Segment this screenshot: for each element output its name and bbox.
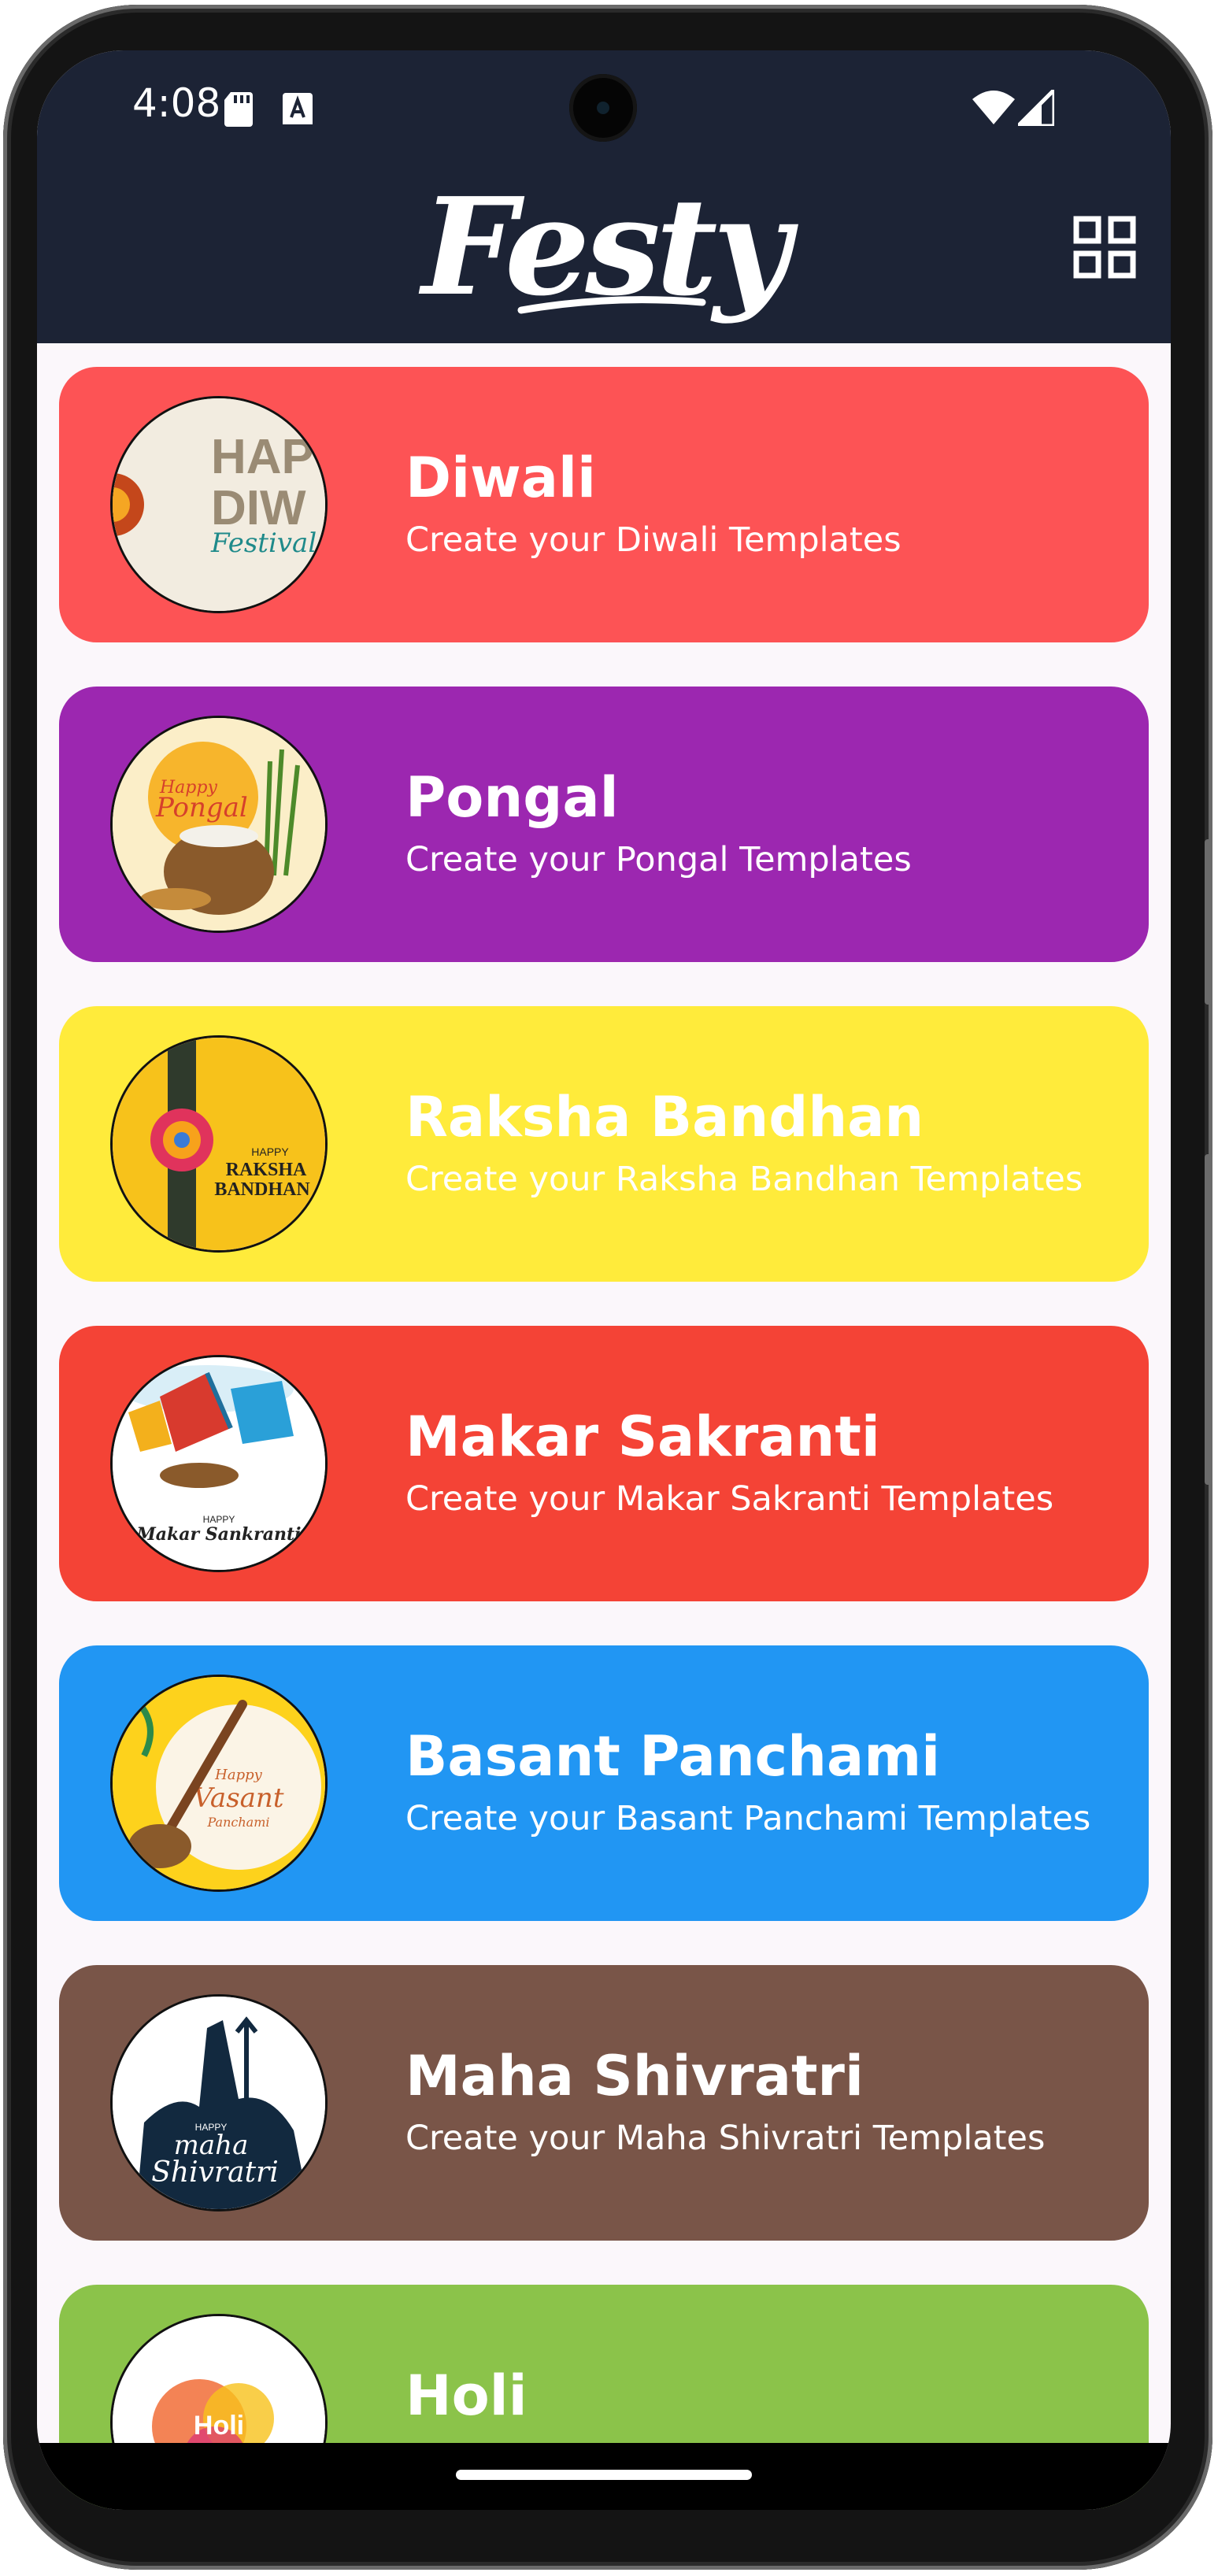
diwali-artwork-icon: HAP DIW Festival o (113, 398, 325, 611)
svg-text:Vasant: Vasant (194, 1782, 284, 1814)
grid-view-icon[interactable] (1073, 216, 1136, 279)
festival-thumbnail: HAP DIW Festival o (110, 396, 328, 613)
festival-list[interactable]: HAP DIW Festival o Diwali Create your Di… (37, 343, 1171, 2508)
wifi-icon (972, 91, 1015, 124)
festival-card-pongal[interactable]: Happy Pongal Pongal Create your Pongal T… (59, 687, 1149, 962)
maha-shivratri-artwork-icon: HAPPY maha Shivratri (113, 1997, 325, 2209)
festival-subtitle: Create your Diwali Templates (405, 520, 901, 560)
svg-text:Festival o: Festival o (210, 527, 325, 559)
status-time: 4:08 (132, 80, 221, 126)
makar-sakranti-artwork-icon: HAPPY Makar Sankranti (113, 1357, 325, 1570)
basant-panchami-artwork-icon: Happy Vasant Panchami (113, 1677, 325, 1889)
festival-card-diwali[interactable]: HAP DIW Festival o Diwali Create your Di… (59, 367, 1149, 642)
festival-subtitle: Create your Raksha Bandhan Templates (405, 1160, 1083, 1199)
festival-thumbnail: HAPPY maha Shivratri (110, 1994, 328, 2211)
festival-thumbnail: Happy Vasant Panchami (110, 1675, 328, 1892)
svg-text:Panchami: Panchami (207, 1815, 270, 1830)
svg-text:Makar Sankranti: Makar Sankranti (135, 1524, 301, 1545)
svg-text:Pongal: Pongal (155, 792, 248, 824)
svg-text:HAP: HAP (211, 430, 314, 484)
a-badge-icon (283, 93, 313, 124)
status-bar: 4:08 (37, 50, 1171, 161)
festival-title: Holi (405, 2363, 528, 2428)
festival-subtitle: Create your Makar Sakranti Templates (405, 1479, 1054, 1519)
festival-title: Pongal (405, 765, 619, 830)
svg-text:Happy: Happy (214, 1767, 262, 1783)
festival-title: Diwali (405, 446, 596, 510)
svg-text:RAKSHA: RAKSHA (226, 1160, 307, 1180)
home-gesture-handle[interactable] (456, 2470, 752, 2480)
svg-text:HAPPY: HAPPY (251, 1146, 289, 1158)
svg-text:BANDHAN: BANDHAN (214, 1179, 310, 1200)
festival-title: Maha Shivratri (405, 2044, 864, 2108)
festival-title: Basant Panchami (405, 1724, 941, 1789)
svg-text:Shivratri: Shivratri (151, 2156, 279, 2189)
festival-thumbnail: HAPPY RAKSHA BANDHAN (110, 1035, 328, 1253)
system-navigation-bar (37, 2443, 1171, 2510)
phone-screen: 4:08 Festy HAP DIW Festival Diwali Creat… (37, 50, 1171, 2510)
logo-swoosh-icon (517, 296, 706, 314)
festival-subtitle: Create your Basant Panchami Templates (405, 1799, 1091, 1838)
raksha-bandhan-artwork-icon: HAPPY RAKSHA BANDHAN (113, 1038, 325, 1250)
front-camera (569, 74, 637, 142)
volume-button (1205, 839, 1212, 1005)
festival-subtitle: Create your Pongal Templates (405, 840, 912, 879)
festival-thumbnail: HAPPY Makar Sankranti (110, 1355, 328, 1572)
app-bar: 4:08 Festy (37, 50, 1171, 343)
festival-card-maha-shivratri[interactable]: HAPPY maha Shivratri Maha Shivratri Crea… (59, 1965, 1149, 2241)
festival-title: Raksha Bandhan (405, 1085, 924, 1149)
sd-card-icon (224, 92, 253, 127)
festival-title: Makar Sakranti (405, 1405, 880, 1469)
svg-text:HAPPY: HAPPY (203, 1514, 235, 1525)
festival-thumbnail: Happy Pongal (110, 716, 328, 933)
festival-card-makar-sakranti[interactable]: HAPPY Makar Sankranti Makar Sakranti Cre… (59, 1326, 1149, 1601)
festival-card-basant-panchami[interactable]: Happy Vasant Panchami Basant Panchami Cr… (59, 1645, 1149, 1921)
power-button (1205, 1154, 1212, 1485)
signal-icon (1018, 90, 1054, 126)
svg-text:Holi: Holi (194, 2411, 244, 2441)
festival-subtitle: Create your Maha Shivratri Templates (405, 2119, 1046, 2158)
pongal-artwork-icon: Happy Pongal (113, 718, 325, 931)
festival-card-raksha-bandhan[interactable]: HAPPY RAKSHA BANDHAN Raksha Bandhan Crea… (59, 1006, 1149, 1282)
